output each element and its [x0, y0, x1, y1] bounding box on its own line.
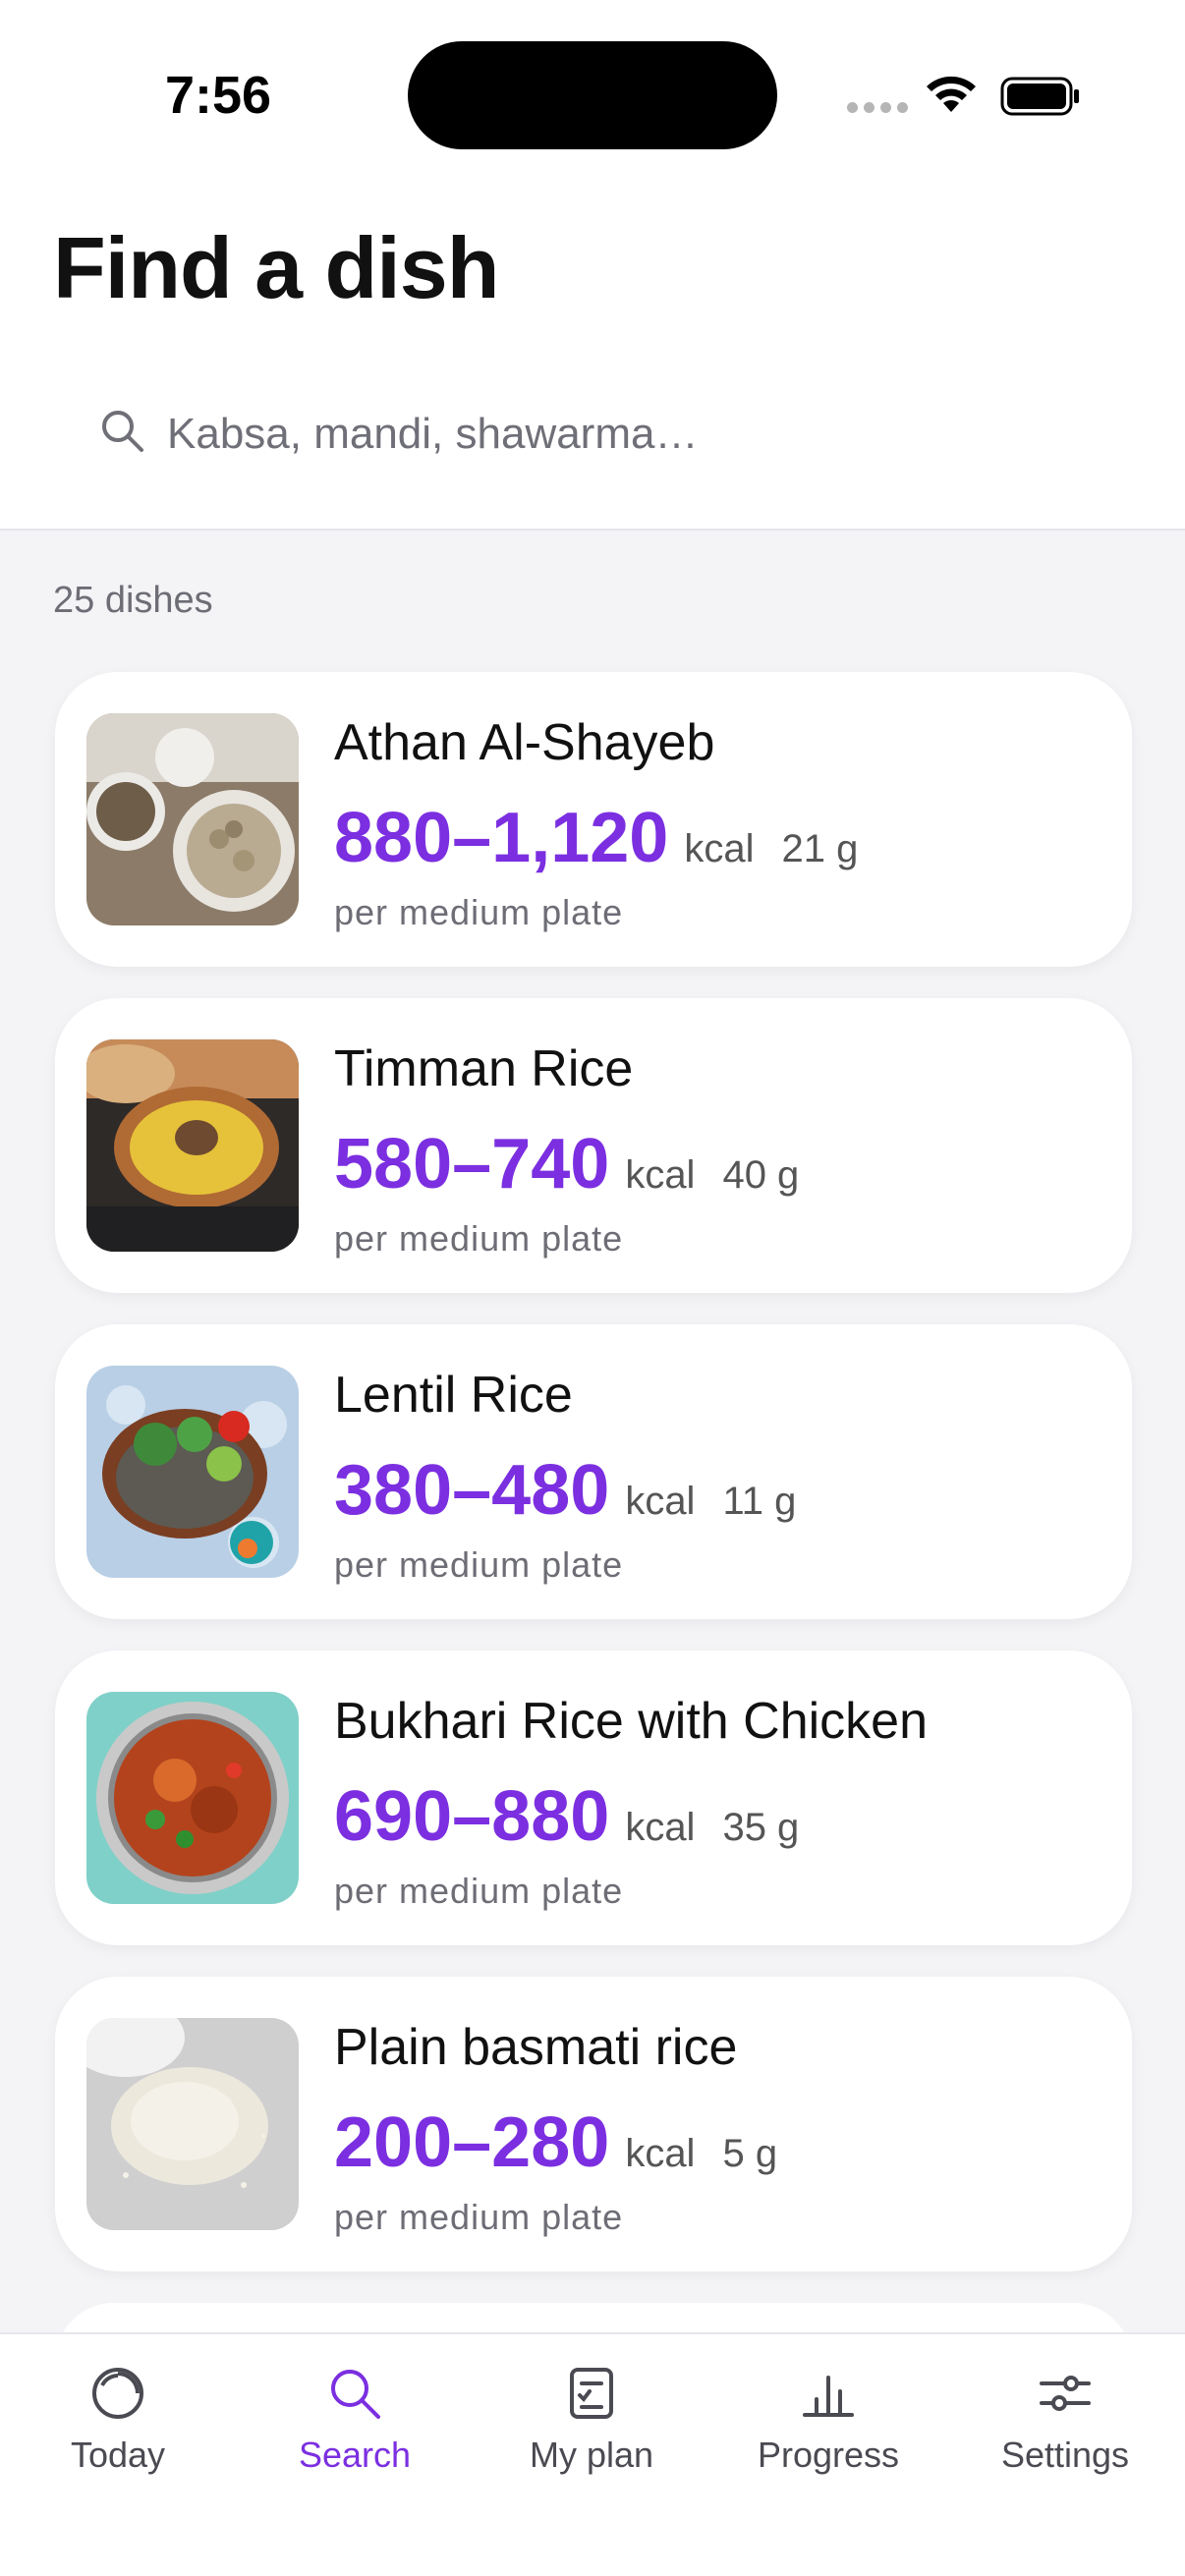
portion-label: per medium plate [334, 1218, 624, 1259]
page-title: Find a dish [53, 219, 499, 316]
header: 7:56 Find a dish [0, 0, 1185, 531]
dish-photo [86, 2018, 299, 2230]
tab-label: Progress [757, 2435, 900, 2475]
tab-today[interactable]: Today [0, 2364, 236, 2476]
protein-amount: 21 g [781, 827, 859, 870]
sliders-icon [1040, 2376, 1091, 2411]
portion-label: per medium plate [334, 1544, 624, 1585]
dish-name: Bukhari Rice with Chicken [334, 1693, 929, 1750]
dynamic-island [408, 41, 777, 149]
dish-name: Athan Al-Shayeb [334, 714, 715, 771]
tab-label: Search [298, 2435, 412, 2475]
tab-my-plan[interactable]: My plan [474, 2364, 709, 2476]
dish-card[interactable]: Plain basmati rice 200–280 kcal 5 g per … [55, 1977, 1132, 2271]
portion-label: per medium plate [334, 2197, 624, 2237]
portion-label: per medium plate [334, 892, 624, 932]
calorie-unit: kcal [625, 1806, 696, 1849]
calorie-range: 880–1,120 [334, 799, 669, 877]
calorie-row: 880–1,120 kcal 21 g [334, 798, 858, 878]
calorie-unit: kcal [684, 827, 755, 870]
search-bar[interactable] [53, 379, 1132, 489]
calorie-row: 690–880 kcal 35 g [334, 1776, 799, 1857]
status-time: 7:56 [165, 66, 272, 125]
protein-amount: 11 g [722, 1480, 797, 1523]
dish-photo [86, 1366, 299, 1578]
search-icon [331, 2370, 380, 2419]
calorie-row: 580–740 kcal 40 g [334, 1124, 799, 1204]
wifi-icon [927, 76, 976, 112]
clipboard-list-icon [570, 2368, 613, 2419]
tab-label: Settings [1000, 2435, 1130, 2475]
dish-card[interactable]: Athan Al-Shayeb 880–1,120 kcal 21 g per … [55, 672, 1132, 967]
search-icon [102, 411, 143, 452]
calorie-range: 200–280 [334, 2103, 610, 2182]
calorie-unit: kcal [625, 1480, 696, 1523]
calorie-unit: kcal [625, 2132, 696, 2175]
dish-card[interactable]: Bukhari Rice with Chicken 690–880 kcal 3… [55, 1651, 1132, 1945]
cellular-signal-icon [847, 102, 908, 113]
dish-name: Plain basmati rice [334, 2019, 738, 2076]
dish-photo [86, 1692, 299, 1904]
battery-icon [1000, 77, 1079, 116]
dish-card[interactable]: Lentil Rice 380–480 kcal 11 g per medium… [55, 1324, 1132, 1619]
dish-name: Lentil Rice [334, 1367, 573, 1424]
dish-name: Timman Rice [334, 1040, 634, 1097]
dish-photo [86, 713, 299, 925]
calorie-range: 580–740 [334, 1125, 610, 1204]
portion-label: per medium plate [334, 1871, 624, 1911]
dish-photo [86, 1039, 299, 1252]
tab-settings[interactable]: Settings [947, 2364, 1183, 2476]
calorie-unit: kcal [625, 1153, 696, 1197]
tab-label: My plan [529, 2435, 654, 2475]
protein-amount: 35 g [722, 1806, 800, 1849]
protein-amount: 40 g [722, 1153, 800, 1197]
calorie-row: 200–280 kcal 5 g [334, 2102, 777, 2183]
bar-chart-icon [803, 2376, 854, 2417]
tab-progress[interactable]: Progress [710, 2364, 946, 2476]
tab-search[interactable]: Search [237, 2364, 473, 2476]
results-count: 25 dishes [53, 580, 213, 621]
search-input[interactable] [167, 399, 1051, 470]
calorie-row: 380–480 kcal 11 g [334, 1450, 796, 1531]
calorie-range: 380–480 [334, 1451, 610, 1530]
tab-label: Today [70, 2435, 166, 2475]
tab-bar: Today Search My plan Progress Settings [0, 2332, 1185, 2576]
dish-card[interactable]: Timman Rice 580–740 kcal 40 g per medium… [55, 998, 1132, 1293]
today-ring-icon [92, 2368, 143, 2419]
calorie-range: 690–880 [334, 1777, 610, 1856]
protein-amount: 5 g [722, 2132, 778, 2175]
